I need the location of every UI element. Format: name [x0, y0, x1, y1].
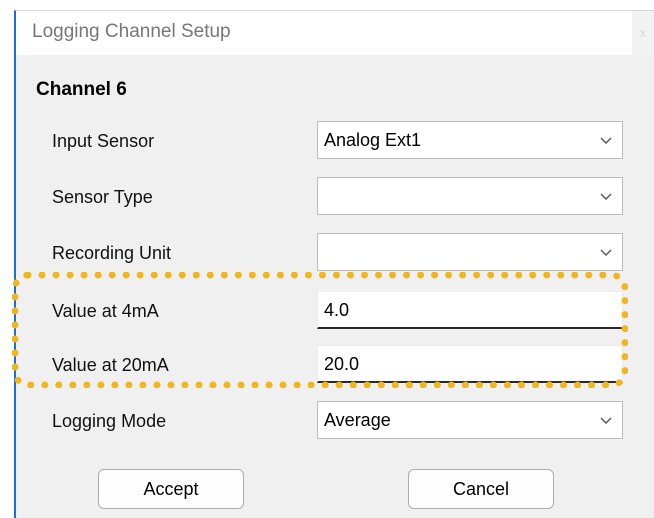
- logging-mode-select[interactable]: Average: [317, 401, 623, 439]
- sensor-type-select[interactable]: [317, 177, 623, 215]
- value-4ma-input[interactable]: 4.0: [317, 291, 623, 329]
- chevron-down-icon: [600, 249, 612, 256]
- chevron-down-icon: [600, 417, 612, 424]
- input-sensor-select[interactable]: Analog Ext1: [317, 121, 623, 159]
- value-4ma-value: 4.0: [324, 300, 350, 320]
- value-20ma-label: Value at 20mA: [52, 355, 169, 375]
- screen: Logging Channel Setup x Channel 6 Input …: [0, 0, 654, 518]
- title-bar: Logging Channel Setup x: [16, 11, 654, 55]
- logging-mode-value: Average: [324, 410, 391, 430]
- close-icon[interactable]: x: [632, 11, 654, 55]
- chevron-down-icon: [600, 193, 612, 200]
- recording-unit-select[interactable]: [317, 233, 623, 271]
- value-4ma-label: Value at 4mA: [52, 301, 159, 321]
- value-20ma-input[interactable]: 20.0: [317, 345, 623, 383]
- window-title: Logging Channel Setup: [32, 21, 231, 42]
- recording-unit-label: Recording Unit: [52, 243, 172, 263]
- sensor-type-label: Sensor Type: [52, 187, 153, 207]
- accept-button[interactable]: Accept: [98, 469, 244, 509]
- cancel-button[interactable]: Cancel: [408, 469, 554, 509]
- chevron-down-icon: [600, 137, 612, 144]
- logging-mode-label: Logging Mode: [52, 411, 167, 431]
- value-20ma-value: 20.0: [324, 354, 360, 374]
- channel-title: Channel 6: [36, 79, 127, 100]
- input-sensor-label: Input Sensor: [52, 131, 155, 151]
- input-sensor-value: Analog Ext1: [324, 130, 422, 150]
- logging-channel-setup-dialog: Logging Channel Setup x Channel 6 Input …: [14, 10, 654, 518]
